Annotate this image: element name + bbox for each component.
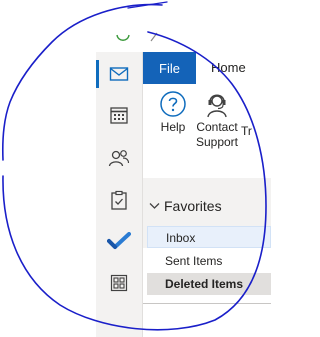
- nav-people[interactable]: [96, 140, 142, 176]
- nav-rail: [96, 52, 143, 337]
- calendar-icon: [110, 107, 128, 124]
- folder-pane: Favorites Inbox Sent Items Deleted Items: [143, 162, 271, 337]
- ribbon-content: Help Contact Support Tr: [143, 84, 271, 163]
- truncated-ribbon-label: Tr: [241, 124, 252, 138]
- clipboard-check-icon: [111, 190, 127, 210]
- folder-inbox[interactable]: Inbox: [147, 226, 271, 248]
- chevron-down-icon: [149, 203, 160, 209]
- favorites-label: Favorites: [164, 198, 222, 214]
- question-icon: [160, 91, 186, 117]
- tab-file[interactable]: File: [143, 52, 196, 84]
- nav-apps[interactable]: [96, 265, 142, 301]
- contact-support-button[interactable]: Contact Support: [194, 90, 240, 150]
- nav-mail[interactable]: [96, 56, 142, 92]
- nav-calendar[interactable]: [96, 97, 142, 133]
- sync-icon[interactable]: [114, 28, 132, 46]
- help-button[interactable]: Help: [153, 90, 193, 135]
- nav-tasks[interactable]: [96, 182, 142, 218]
- tab-home[interactable]: Home: [211, 52, 246, 84]
- mail-icon: [109, 67, 129, 81]
- checkmark-icon: [107, 232, 131, 249]
- ribbon-tab-bar: File Home: [143, 52, 271, 84]
- folder-deleted-items[interactable]: Deleted Items: [147, 273, 271, 295]
- favorites-header[interactable]: Favorites: [149, 198, 222, 214]
- outlook-window: File Home Help Contact Support Tr Favori…: [0, 0, 271, 337]
- headset-icon: [207, 94, 227, 118]
- help-label: Help: [160, 120, 186, 134]
- folder-sent-items[interactable]: Sent Items: [147, 250, 271, 272]
- pen-icon[interactable]: [148, 30, 160, 44]
- contact-label-line2: Support: [195, 135, 239, 149]
- people-icon: [108, 150, 130, 167]
- folder-divider: [143, 303, 271, 304]
- contact-label-line1: Contact: [196, 120, 238, 134]
- truncated-ribbon-button[interactable]: Tr: [241, 124, 271, 139]
- apps-grid-icon: [110, 274, 128, 292]
- nav-todo[interactable]: [96, 223, 142, 259]
